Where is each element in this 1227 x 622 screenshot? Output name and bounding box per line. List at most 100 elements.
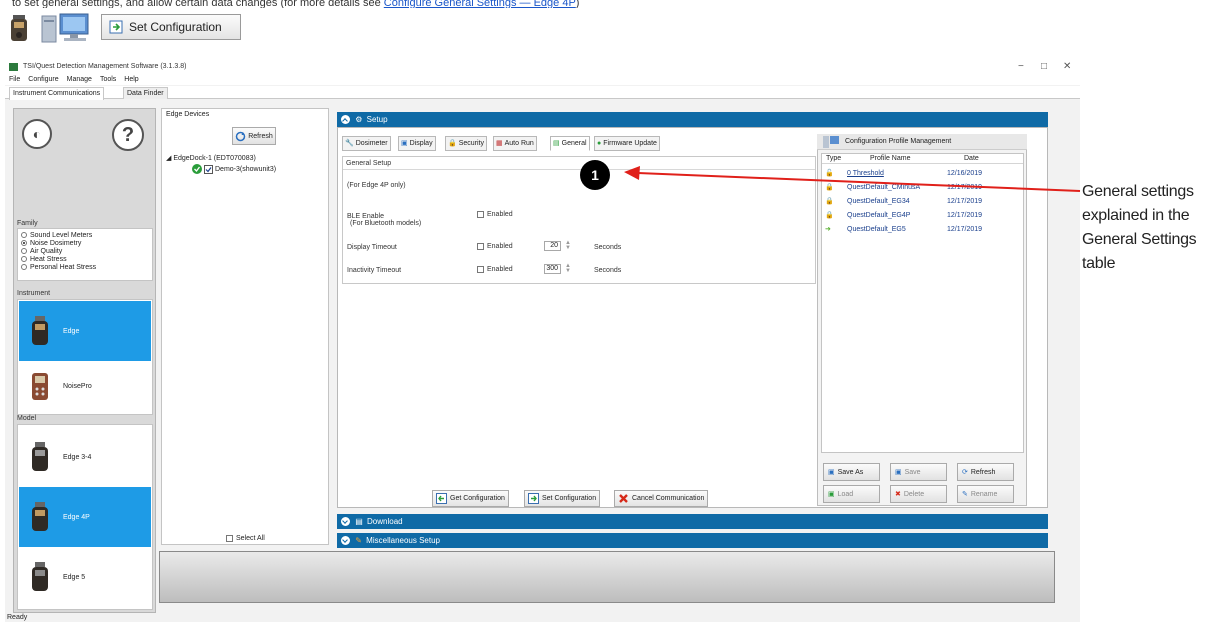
tab-security-label: Security <box>458 140 485 147</box>
title-bar: TSI/Quest Detection Management Software … <box>5 60 1080 74</box>
profile-row[interactable]: ➜ QuestDefault_EG5 12/17/2019 <box>825 223 982 235</box>
connect-icon[interactable]: ◐ <box>22 119 52 149</box>
tab-auto-run-label: Auto Run <box>504 140 534 147</box>
select-all-label: Select All <box>236 535 265 542</box>
display-timeout-input[interactable]: 20 <box>544 241 561 251</box>
family-sound-level-meters[interactable]: Sound Level Meters <box>18 231 152 239</box>
inactivity-enabled-box[interactable] <box>477 266 484 273</box>
inactivity-timeout-unit: Seconds <box>594 267 622 274</box>
inactivity-timeout-label: Inactivity Timeout <box>347 267 402 274</box>
menu-help[interactable]: Help <box>124 76 138 83</box>
model-edge-3-4[interactable]: Edge 3-4 <box>19 427 151 487</box>
save-button[interactable]: ▣ Save <box>890 463 947 481</box>
family-noise-dosimetry[interactable]: Noise Dosimetry <box>18 239 152 247</box>
model-edge-4p[interactable]: Edge 4P <box>19 487 151 547</box>
family-heat-stress-label: Heat Stress <box>30 255 67 263</box>
profile-row[interactable]: 🔒 QuestDefault_EG4P 12/17/2019 <box>825 209 982 221</box>
tree-dock-node[interactable]: ◢ EdgeDock-1 (EDT070083) <box>166 154 256 162</box>
ble-enabled-checkbox[interactable]: Enabled <box>477 211 513 218</box>
device-checkbox-icon[interactable] <box>204 164 213 174</box>
tab-security[interactable]: 🔒 Security <box>445 136 488 151</box>
app-icon <box>9 63 18 71</box>
family-heat-stress[interactable]: Heat Stress <box>18 255 152 263</box>
tab-display[interactable]: ▣ Display <box>398 136 436 151</box>
tab-data-finder[interactable]: Data Finder <box>123 87 168 99</box>
menu-file[interactable]: File <box>9 76 20 83</box>
gear-icon: ⚙ <box>355 115 363 124</box>
inactivity-enabled-checkbox[interactable]: Enabled <box>477 266 513 273</box>
tab-display-label: Display <box>409 140 433 147</box>
close-button[interactable]: ✕ <box>1063 60 1071 74</box>
edge-device-icon <box>32 316 48 345</box>
devices-refresh-button[interactable]: Refresh <box>232 127 276 145</box>
load-icon: ▣ <box>828 491 835 498</box>
misc-title: Miscellaneous Setup <box>366 536 440 545</box>
profile-refresh-button[interactable]: ⟳ Refresh <box>957 463 1014 481</box>
menu-configure[interactable]: Configure <box>28 76 58 83</box>
delete-button[interactable]: ✖ Delete <box>890 485 947 503</box>
display-enabled-box[interactable] <box>477 243 484 250</box>
save-as-button[interactable]: ▣ Save As <box>823 463 880 481</box>
inactivity-timeout-spinner[interactable]: ▲ ▼ <box>565 263 571 274</box>
inactivity-enabled-label: Enabled <box>487 266 513 273</box>
misc-section-header[interactable]: ✎ Miscellaneous Setup <box>337 533 1048 548</box>
instrument-noisepro[interactable]: NoisePro <box>19 356 151 416</box>
cancel-communication-label: Cancel Communication <box>632 495 705 502</box>
tab-general[interactable]: ▤ General <box>550 136 590 151</box>
rename-label: Rename <box>970 490 998 498</box>
left-panel: ◐ ? Family Sound Level Meters Noise Dosi… <box>13 108 156 613</box>
help-icon[interactable]: ? <box>112 119 144 151</box>
rename-button[interactable]: ✎ Rename <box>957 485 1014 503</box>
col-type: Type <box>826 155 842 162</box>
family-air-quality[interactable]: Air Quality <box>18 247 152 255</box>
load-button[interactable]: ▣ Load <box>823 485 880 503</box>
tab-firmware-update[interactable]: ● Firmware Update <box>594 136 660 151</box>
instrument-label: Instrument <box>17 290 51 297</box>
get-configuration-button[interactable]: Get Configuration <box>432 490 509 507</box>
set-configuration-button[interactable]: Set Configuration <box>524 490 601 507</box>
cancel-communication-button[interactable]: Cancel Communication <box>614 490 709 507</box>
family-noise-dosimetry-label: Noise Dosimetry <box>30 239 82 247</box>
select-all-box[interactable] <box>226 535 233 542</box>
edge-5-device-icon <box>32 562 48 591</box>
ble-enabled-box[interactable] <box>477 211 484 218</box>
maximize-button[interactable]: □ <box>1041 60 1047 74</box>
instrument-edge-label: Edge <box>63 327 80 335</box>
ble-enabled-label: Enabled <box>487 211 513 218</box>
menu-tools[interactable]: Tools <box>100 76 116 83</box>
set-configuration-icon <box>109 20 123 34</box>
download-section-header[interactable]: ▤ Download <box>337 514 1048 529</box>
family-air-quality-label: Air Quality <box>30 247 63 255</box>
download-title: Download <box>367 517 403 526</box>
download-icon: ▤ <box>355 517 363 526</box>
save-icon: ▣ <box>895 469 902 476</box>
caption-text: to set general settings, and allow certa… <box>12 0 381 8</box>
expand-icon[interactable] <box>341 517 350 527</box>
collapse-up-icon[interactable] <box>341 115 350 125</box>
setup-section-header[interactable]: ⚙ Setup <box>337 112 1048 127</box>
load-label: Load <box>837 490 854 498</box>
inactivity-timeout-input[interactable]: 300 <box>544 264 561 274</box>
model-edge-5[interactable]: Edge 5 <box>19 547 151 607</box>
set-configuration-btn-icon <box>528 493 539 504</box>
menu-manage[interactable]: Manage <box>67 76 92 83</box>
instrument-edge[interactable]: Edge <box>19 301 151 361</box>
minimize-button[interactable]: − <box>1018 60 1024 74</box>
computer-icon <box>41 13 89 43</box>
expand-icon[interactable] <box>341 536 350 546</box>
family-personal-heat-stress-label: Personal Heat Stress <box>30 263 97 271</box>
arrow-right-icon: ➜ <box>825 226 831 233</box>
set-configuration-top-button[interactable]: Set Configuration <box>101 14 241 40</box>
tab-auto-run[interactable]: ▦ Auto Run <box>493 136 537 151</box>
caption-link[interactable]: Configure General Settings — Edge 4P <box>384 0 576 8</box>
calendar-icon: ▦ <box>496 140 503 147</box>
tab-instrument-communications[interactable]: Instrument Communications <box>9 87 105 100</box>
tree-device-node[interactable]: Demo-3(showunit3) <box>192 164 276 174</box>
lock-icon: 🔒 <box>448 140 457 147</box>
display-enabled-checkbox[interactable]: Enabled <box>477 243 513 250</box>
tab-dosimeter[interactable]: 🔧 Dosimeter <box>342 136 391 151</box>
display-timeout-spinner[interactable]: ▲ ▼ <box>565 240 571 251</box>
select-all-checkbox[interactable]: Select All <box>226 535 265 542</box>
lock-icon: 🔒 <box>825 212 834 219</box>
family-personal-heat-stress[interactable]: Personal Heat Stress <box>18 263 152 271</box>
